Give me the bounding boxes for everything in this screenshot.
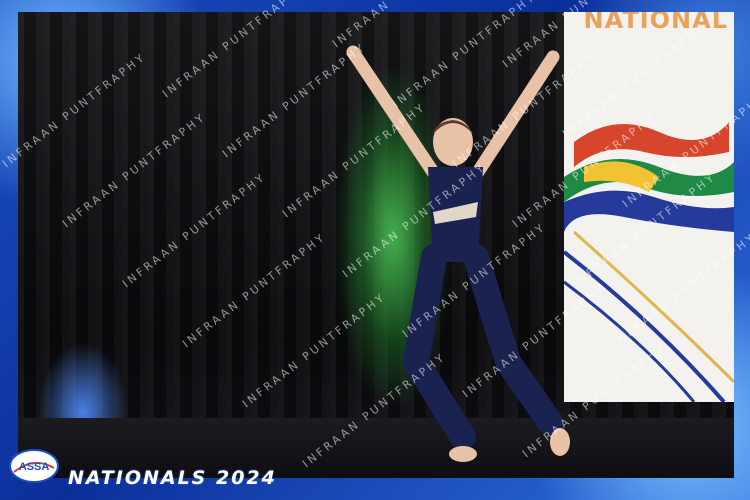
event-caption: NATIONALS 2024 <box>68 467 277 489</box>
nationals-banner: NATIONAL <box>564 12 734 402</box>
logo-text: ASSA <box>19 461 50 473</box>
assa-logo: ASSA <box>9 449 59 483</box>
gymnast-figure <box>346 45 570 462</box>
banner-stripes <box>564 230 734 402</box>
stage-photo: NATIONAL <box>18 12 734 478</box>
banner-title: NATIONAL <box>583 12 728 34</box>
